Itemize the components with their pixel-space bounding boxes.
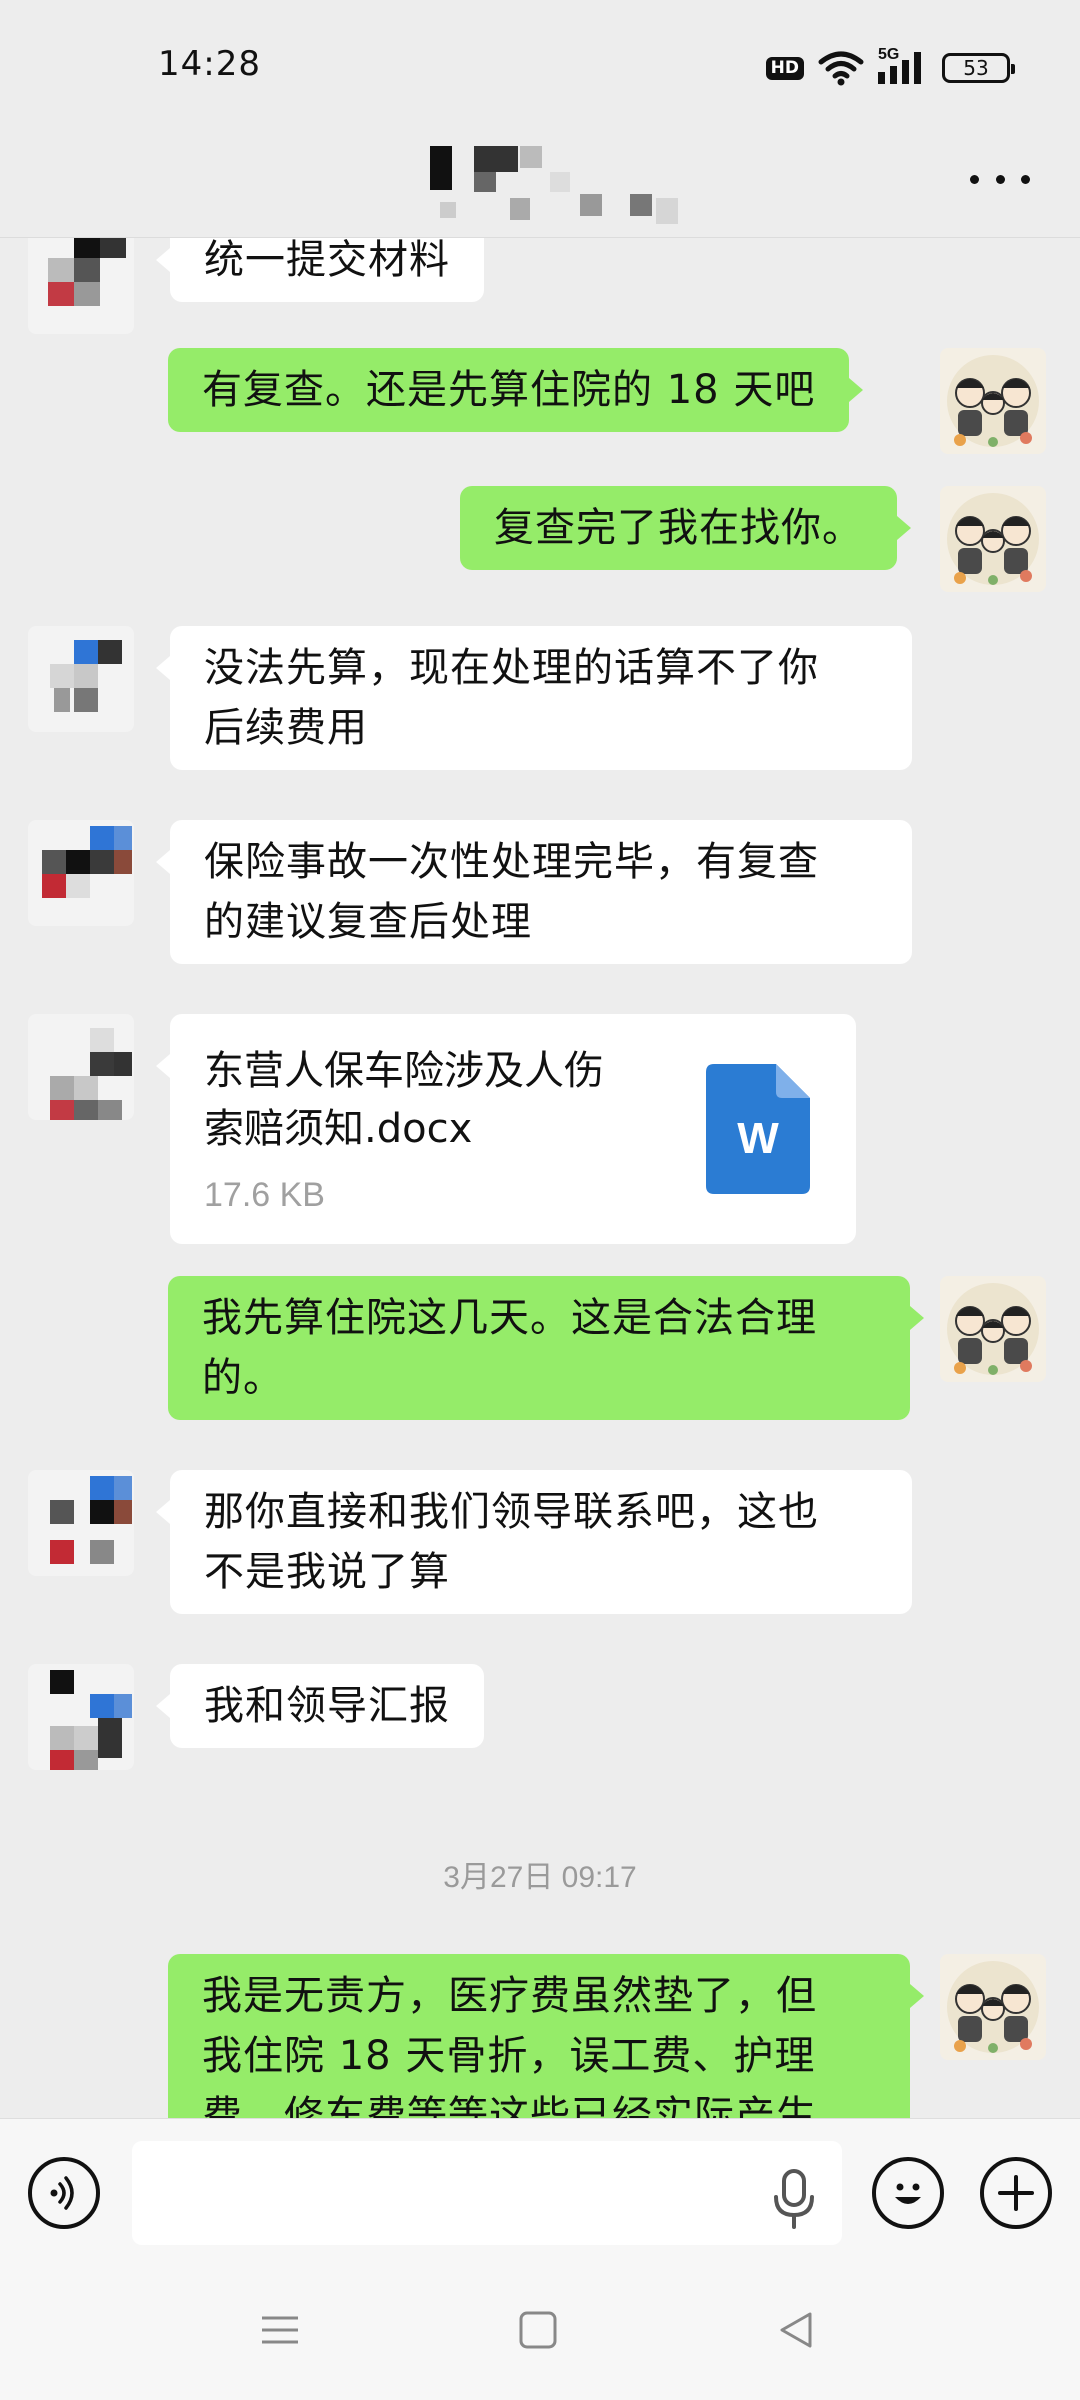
emoji-button[interactable] (872, 2157, 944, 2229)
file-name: 东营人保车险涉及人伤 索赔须知.docx (204, 1048, 604, 1152)
message-bubble-incoming[interactable]: 那你直接和我们领导联系吧，这也 不是我说了算 (156, 1470, 912, 1614)
chat-input-bar (0, 2118, 1080, 2270)
message-bubble-outgoing[interactable]: 有复查。还是先算住院的 18 天吧 (168, 348, 864, 432)
wifi-icon (818, 51, 864, 86)
status-bar: 14:28 HD 5G 53 (0, 0, 1080, 135)
family-avatar-icon (947, 1961, 1039, 2053)
chat-header (0, 120, 1080, 238)
contact-avatar[interactable] (28, 238, 134, 334)
message-line: 的建议复查后处理 (204, 899, 532, 945)
battery-indicator: 53 (942, 53, 1015, 83)
message-line: 没法先算，现在处理的话算不了你 (204, 645, 819, 691)
self-avatar[interactable] (940, 1954, 1046, 2060)
more-dots-icon (970, 174, 979, 184)
plus-icon (998, 2175, 1034, 2211)
message-line: 我是无责方，医疗费虽然垫了，但 (202, 1973, 817, 2019)
more-options-button[interactable] (970, 164, 1030, 194)
message-input[interactable] (132, 2141, 842, 2245)
emoji-icon (895, 2183, 921, 2204)
family-avatar-icon (947, 355, 1039, 447)
self-avatar[interactable] (940, 348, 1046, 454)
contact-avatar[interactable] (28, 1470, 134, 1576)
contact-avatar[interactable] (28, 820, 134, 926)
self-avatar[interactable] (940, 486, 1046, 592)
message-bubble-incoming[interactable]: 统一提交材料 (156, 238, 484, 302)
system-navigation-bar (0, 2270, 1080, 2400)
signal-icon: 5G (878, 46, 928, 86)
voice-input-button[interactable] (28, 2157, 100, 2229)
message-bubble-outgoing[interactable]: 我先算住院这几天。这是合法合理 的。 (168, 1276, 924, 1420)
menu-icon[interactable] (260, 2310, 300, 2350)
contact-avatar[interactable] (28, 1664, 134, 1770)
word-icon-letter: W (737, 1114, 779, 1163)
more-actions-button[interactable] (980, 2157, 1052, 2229)
file-attachment-card[interactable]: 东营人保车险涉及人伤 索赔须知.docx 17.6 KB W (156, 1014, 856, 1244)
contact-avatar[interactable] (28, 626, 134, 732)
message-bubble-incoming[interactable]: 保险事故一次性处理完毕，有复查 的建议复查后处理 (156, 820, 912, 964)
self-avatar[interactable] (940, 1276, 1046, 1382)
message-line: 那你直接和我们领导联系吧，这也 (204, 1489, 819, 1535)
message-bubble-outgoing[interactable]: 复查完了我在找你。 (460, 486, 911, 570)
message-line: 我住院 18 天骨折，误工费、护理 (202, 2033, 816, 2079)
back-icon[interactable] (776, 2310, 816, 2350)
family-avatar-icon (947, 493, 1039, 585)
message-bubble-outgoing[interactable]: 我是无责方，医疗费虽然垫了，但 我住院 18 天骨折，误工费、护理 费、修车费等… (168, 1954, 924, 2118)
family-avatar-icon (947, 1283, 1039, 1375)
status-time: 14:28 (158, 44, 261, 84)
chat-title-blurred (400, 132, 700, 232)
message-line: 费、修车费等等这些已经实际产生 (202, 2093, 817, 2118)
chat-message-list[interactable]: 统一提交材料 有复查。还是先算住院的 18 天吧 复查完了我在找你。 没法先算，… (0, 238, 1080, 2118)
file-size: 17.6 KB (204, 1176, 325, 1214)
message-line: 后续费用 (204, 705, 368, 751)
home-icon[interactable] (518, 2310, 558, 2350)
message-line: 的。 (202, 1355, 284, 1401)
message-bubble-incoming[interactable]: 我和领导汇报 (156, 1664, 484, 1748)
hd-badge: HD (765, 56, 804, 80)
status-icons: HD 5G 53 (765, 46, 1015, 88)
message-timestamp: 3月27日 09:17 (443, 1861, 637, 1894)
microphone-icon[interactable] (770, 2169, 818, 2229)
message-bubble-incoming[interactable]: 没法先算，现在处理的话算不了你 后续费用 (156, 626, 912, 770)
message-line: 不是我说了算 (204, 1549, 450, 1595)
message-line: 我先算住院这几天。这是合法合理 (202, 1295, 817, 1341)
voice-icon (50, 2176, 74, 2210)
message-line: 保险事故一次性处理完毕，有复查 (204, 839, 819, 885)
contact-avatar[interactable] (28, 1014, 134, 1120)
